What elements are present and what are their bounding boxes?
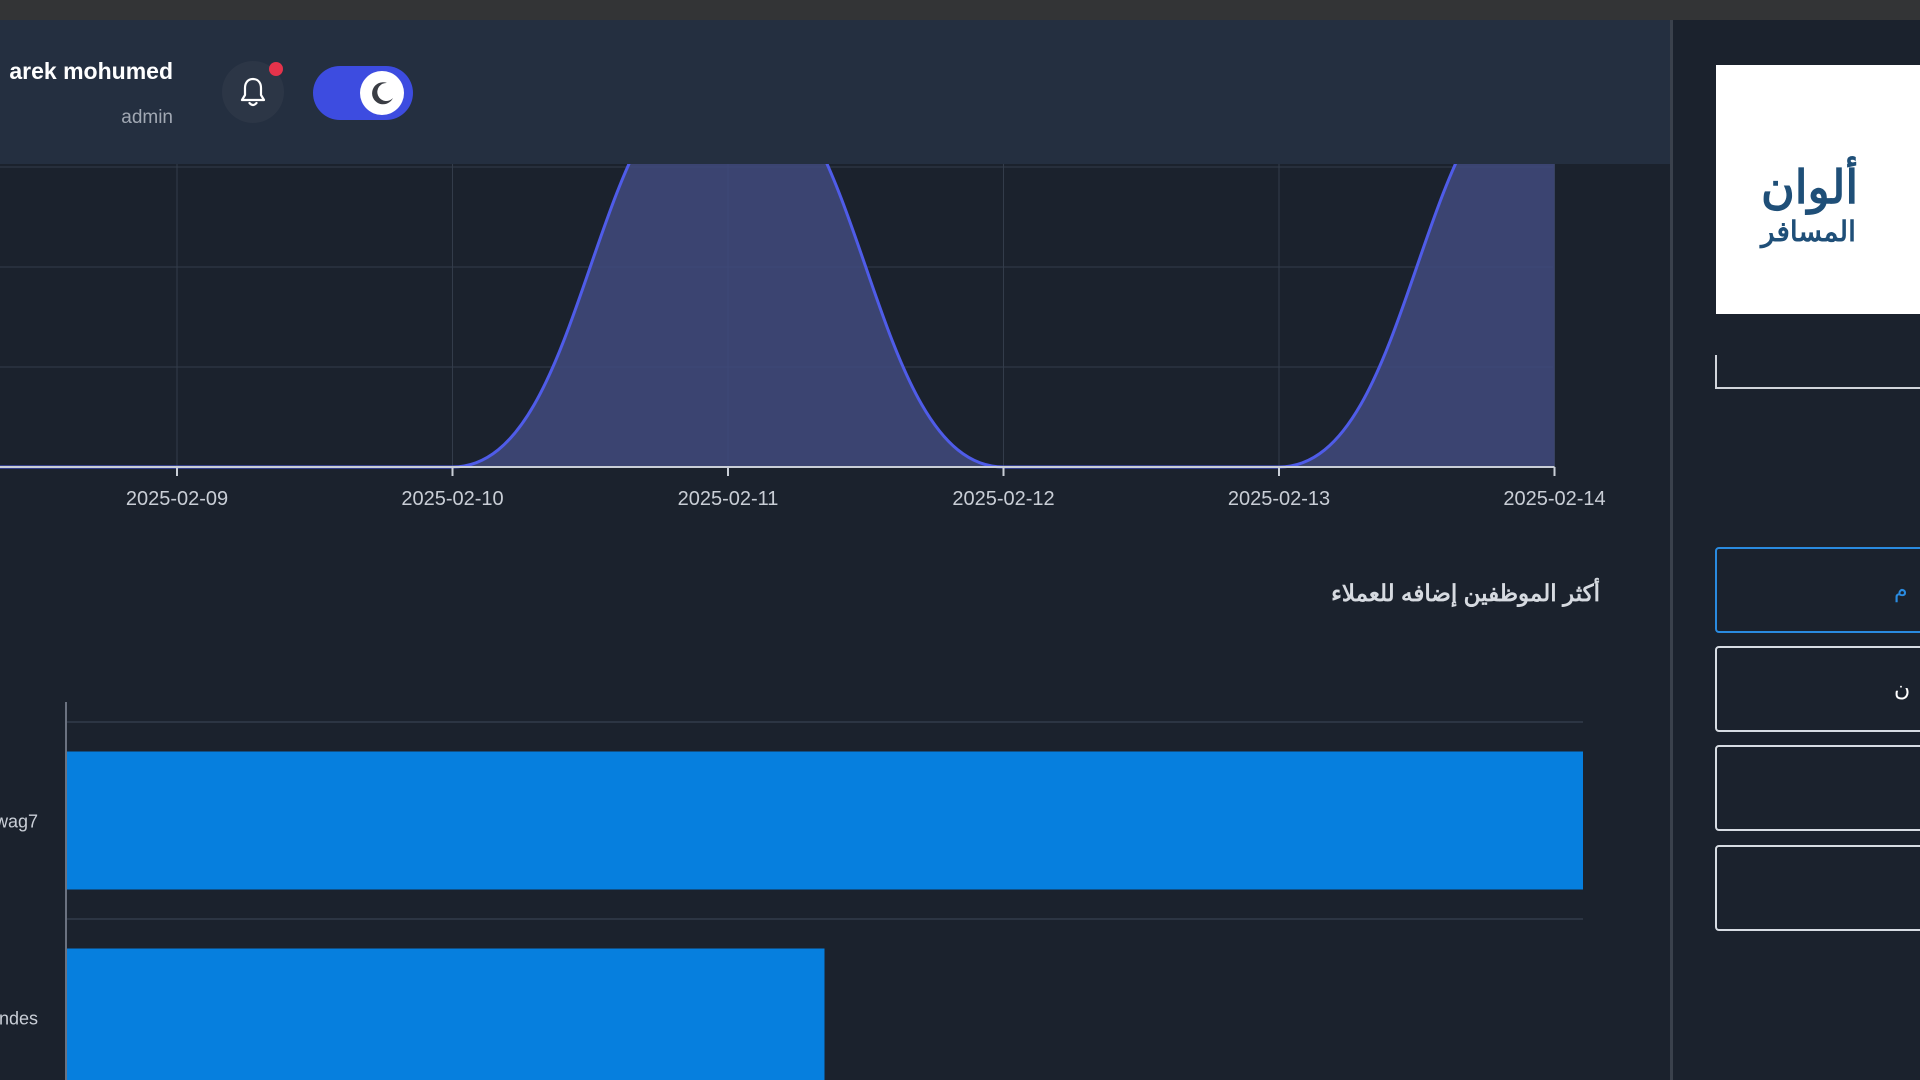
sidebar-item-label: ن [1894, 676, 1911, 701]
x-tick-label: 2025-02-14 [1503, 488, 1605, 510]
user-role: admin [121, 107, 173, 128]
x-tick-label: 2025-02-10 [401, 488, 503, 510]
header: arek mohumed admin [0, 20, 1672, 164]
logo-text-secondary: المسافر [1761, 216, 1856, 247]
x-tick-label: 2025-02-09 [126, 488, 228, 510]
logo-text-primary: ألوان [1761, 161, 1859, 213]
area-chart: 2025-02-09 2025-02-10 2025-02-11 2025-02-12… [0, 164, 1606, 510]
sidebar-item-2[interactable]: ن [1715, 646, 1920, 732]
bar [66, 751, 1583, 890]
x-tick-label: 2025-02-11 [678, 488, 779, 510]
bar [66, 948, 825, 1080]
theme-toggle[interactable] [313, 66, 413, 120]
bell-icon [240, 77, 266, 107]
y-tick-label: ndes [0, 1009, 38, 1029]
user-name: arek mohumed [9, 58, 173, 84]
toggle-knob [360, 71, 404, 115]
window-top-bar [0, 0, 1920, 20]
bar-chart: wag7 ndes [0, 702, 1583, 1080]
bar-chart-title: أكثر الموظفين إضافه للعملاء [1331, 580, 1600, 606]
sidebar-item-3[interactable] [1715, 745, 1920, 831]
sidebar-item-4[interactable] [1715, 845, 1920, 931]
sidebar-item-1[interactable]: م [1715, 547, 1920, 633]
x-tick-label: 2025-02-12 [952, 488, 1054, 510]
x-tick-label: 2025-02-13 [1228, 488, 1330, 510]
sidebar: ألوان المسافر م ن [1673, 20, 1920, 1080]
sidebar-field[interactable] [1715, 355, 1920, 389]
y-tick-label: wag7 [0, 812, 38, 832]
sidebar-item-label: م [1894, 577, 1908, 602]
company-logo: ألوان المسافر [1716, 65, 1920, 314]
main-content: arek mohumed admin 2025-02-09 2025-02-10 2… [0, 20, 1672, 1080]
moon-icon [372, 82, 393, 105]
notification-badge [269, 62, 283, 76]
area-fill [0, 164, 1555, 468]
